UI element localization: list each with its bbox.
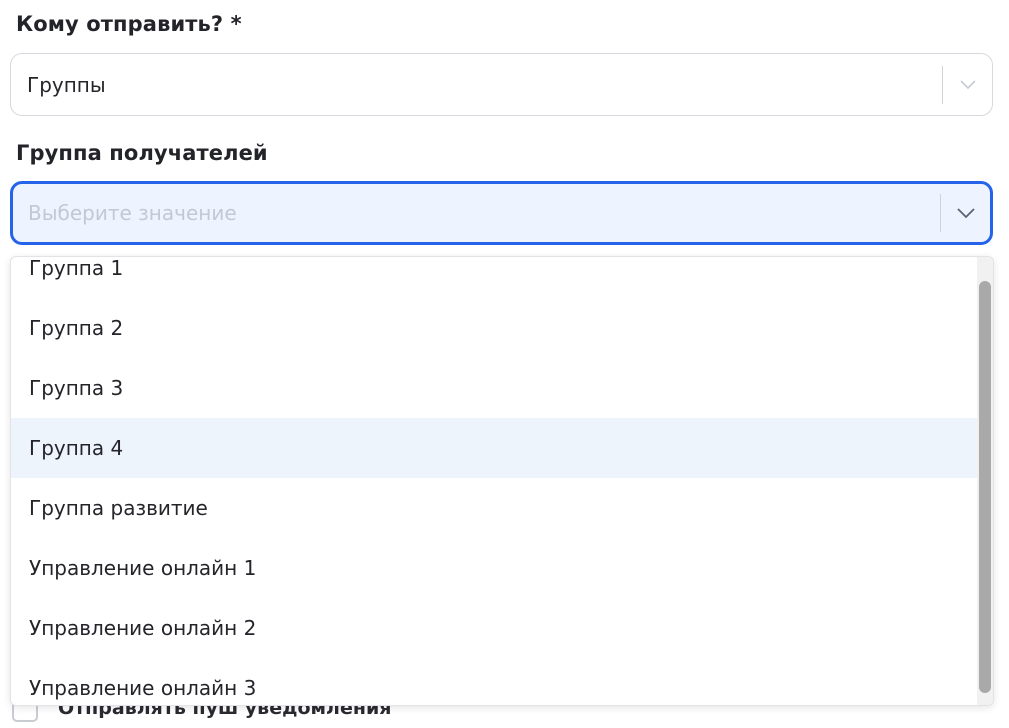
recipient-group-select[interactable]: Выберите значение xyxy=(10,181,993,245)
recipient-select[interactable]: Группы xyxy=(10,53,993,116)
dropdown-options-list: Группа 1 Группа 2 Группа 3 Группа 4 Груп… xyxy=(11,257,979,705)
dropdown-option[interactable]: Управление онлайн 2 xyxy=(11,598,979,658)
recipient-label: Кому отправить? * xyxy=(16,12,242,36)
dropdown-option[interactable]: Группа 3 xyxy=(11,358,979,418)
recipient-select-value: Группы xyxy=(27,72,106,97)
dropdown-option[interactable]: Группа 4 xyxy=(11,418,979,478)
dropdown-option[interactable]: Управление онлайн 1 xyxy=(11,538,979,598)
group-dropdown-menu: Группа 1 Группа 2 Группа 3 Группа 4 Груп… xyxy=(10,256,994,706)
dropdown-scrollbar-thumb[interactable] xyxy=(979,281,991,693)
recipient-group-placeholder: Выберите значение xyxy=(28,201,237,225)
dropdown-option[interactable]: Управление онлайн 3 xyxy=(11,658,979,705)
chevron-down-icon[interactable] xyxy=(941,184,990,242)
recipient-group-label: Группа получателей xyxy=(16,141,268,165)
dropdown-scrollbar[interactable] xyxy=(977,257,993,705)
dropdown-option[interactable]: Группа развитие xyxy=(11,478,979,538)
chevron-down-icon[interactable] xyxy=(943,54,992,115)
dropdown-option[interactable]: Группа 1 xyxy=(11,257,979,298)
dropdown-option[interactable]: Группа 2 xyxy=(11,298,979,358)
notification-form: Кому отправить? * Группы Группа получате… xyxy=(0,0,1009,728)
